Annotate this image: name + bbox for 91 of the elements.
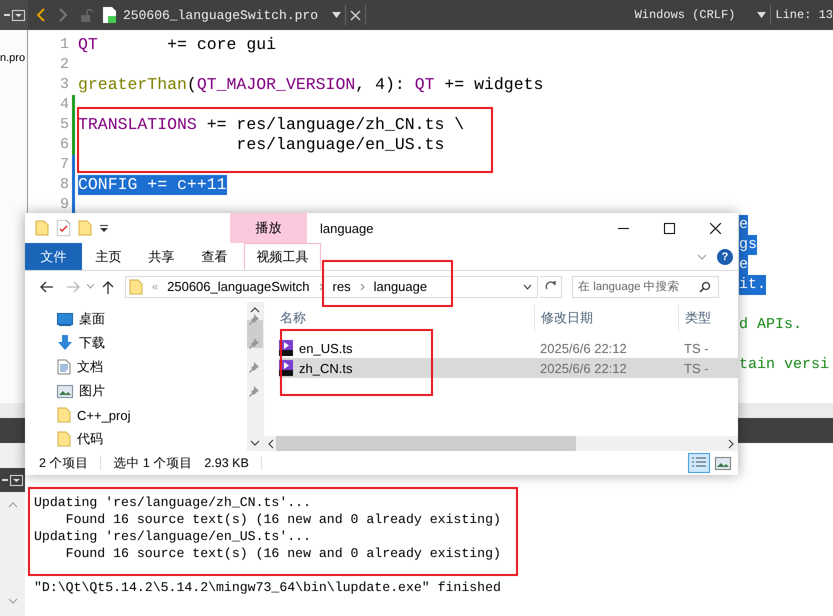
code-line: res/language/en_US.ts [235, 135, 444, 155]
search-field[interactable]: 在 language 中搜索 [572, 276, 719, 298]
folder-icon [57, 407, 71, 423]
file-type: TS - [684, 360, 710, 376]
selected-code-text: e [739, 215, 748, 235]
document-icon [57, 359, 71, 375]
close-icon[interactable] [350, 10, 362, 20]
ribbon-tab[interactable]: 文件 [25, 243, 82, 270]
folder-icon [78, 220, 92, 236]
line-number: 5 [58, 115, 70, 135]
line-number: 9 [58, 195, 70, 215]
line-number: 2 [58, 55, 70, 75]
context-tab-header: 播放 [230, 213, 307, 243]
output-line: Found 16 source text(s) (16 new and 0 already existing) [64, 545, 501, 562]
selected-code-text: gs [739, 235, 758, 255]
nav-item[interactable]: 图片 [79, 382, 105, 400]
output-line: "D:\Qt\Qt5.14.2\5.14.2\mingw73_64\bin\lupdate.exe" finished [34, 579, 501, 596]
chevron-right-icon [360, 282, 365, 290]
breadcrumb[interactable]: res [332, 279, 351, 294]
code-comment: tain versi [739, 355, 830, 375]
file-row[interactable]: zh_CN.ts 2025/6/6 22:12 TS - [279, 358, 738, 378]
line-number: 1 [58, 35, 70, 55]
line-number: 8 [58, 175, 70, 195]
cursor-position: Line: 13 [775, 8, 833, 22]
line-number: 3 [58, 75, 70, 95]
modified-date: 2025/6/6 22:12 [540, 340, 628, 356]
file-row[interactable]: en_US.ts 2025/6/6 22:12 TS - [279, 338, 738, 358]
selected-code-text: e [739, 255, 748, 275]
output-line: Updating 'res/language/zh_CN.ts'... [34, 494, 312, 511]
forward-arrow-icon [66, 280, 80, 292]
output-line: Found 16 source text(s) (16 new and 0 already existing) [64, 511, 501, 528]
column-header[interactable]: 名称 [264, 305, 534, 331]
close-icon [710, 222, 720, 234]
picture-icon [57, 384, 73, 398]
selected-code-text: it. [739, 275, 766, 295]
modified-date: 2025/6/6 22:12 [540, 360, 628, 376]
download-arrow-icon [57, 335, 73, 351]
back-arrow-icon [40, 280, 54, 292]
project-file-item[interactable]: n.pro [0, 52, 27, 64]
up-arrow-icon [102, 280, 114, 294]
line-ending-label[interactable]: Windows (CRLF) [634, 8, 736, 22]
line-number: 7 [58, 155, 70, 175]
picture-icon [715, 456, 731, 470]
panel-icon[interactable] [12, 10, 24, 20]
nav-item[interactable]: 下载 [79, 334, 105, 352]
line-number: 6 [58, 135, 70, 155]
scrollbar-thumb[interactable] [276, 436, 576, 451]
folder-icon [129, 278, 143, 294]
nav-item[interactable]: C++_proj [77, 408, 130, 422]
help-icon[interactable]: ? [717, 248, 733, 264]
dropdown-caret-icon[interactable] [523, 284, 532, 290]
maximize-icon [664, 222, 674, 234]
file-name: zh_CN.ts [299, 360, 354, 376]
minimize-icon[interactable] [4, 14, 10, 16]
file-name: en_US.ts [299, 340, 354, 356]
nav-item[interactable]: 文档 [77, 358, 103, 376]
dropdown-caret-icon[interactable] [757, 12, 766, 18]
recent-caret-icon[interactable] [87, 284, 94, 289]
file-name[interactable]: 250606_languageSwitch.pro [123, 8, 318, 22]
code-line: QT += core gui [78, 35, 276, 55]
column-header[interactable]: 类型 [678, 305, 738, 331]
column-header[interactable]: 修改日期 [534, 305, 678, 331]
dropdown-caret-icon[interactable] [332, 12, 342, 18]
chevron-right-icon [318, 282, 324, 290]
breadcrumb[interactable]: 250606_languageSwitch [167, 279, 310, 294]
line-number: 4 [58, 95, 70, 115]
selection-size: 2.93 KB [204, 456, 249, 470]
code-line: greaterThan(QT_MAJOR_VERSION, 4): QT += widgets [78, 75, 544, 95]
item-count: 2 个项目 [39, 454, 88, 472]
code-line: TRANSLATIONS += res/language/zh_CN.ts \ [78, 115, 464, 135]
selection-info: 选中 1 个项目 [113, 454, 192, 472]
dropdown-caret-icon[interactable] [100, 224, 108, 232]
address-bar[interactable]: « 250606_languageSwitch res language [125, 276, 538, 298]
breadcrumb[interactable]: language [374, 279, 428, 294]
desktop-icon [57, 312, 73, 326]
expand-ribbon-icon[interactable] [697, 254, 707, 260]
folder-icon [35, 220, 49, 236]
nav-item[interactable]: 代码 [77, 430, 103, 448]
lock-icon [81, 8, 93, 22]
refresh-button[interactable] [540, 276, 562, 298]
window-title: language [320, 220, 374, 236]
panel-icon[interactable] [10, 474, 23, 486]
ribbon-tab[interactable]: 视频工具 [244, 243, 321, 270]
checklist-icon[interactable] [57, 220, 70, 236]
file-icon [103, 7, 116, 23]
folder-icon [57, 431, 71, 447]
nav-item[interactable]: 桌面 [79, 310, 105, 328]
output-line: Updating 'res/language/en_US.ts'... [34, 528, 312, 545]
code-comment: d APIs. [739, 315, 802, 335]
details-view-button[interactable] [688, 453, 710, 473]
file-type: TS - [684, 340, 710, 356]
